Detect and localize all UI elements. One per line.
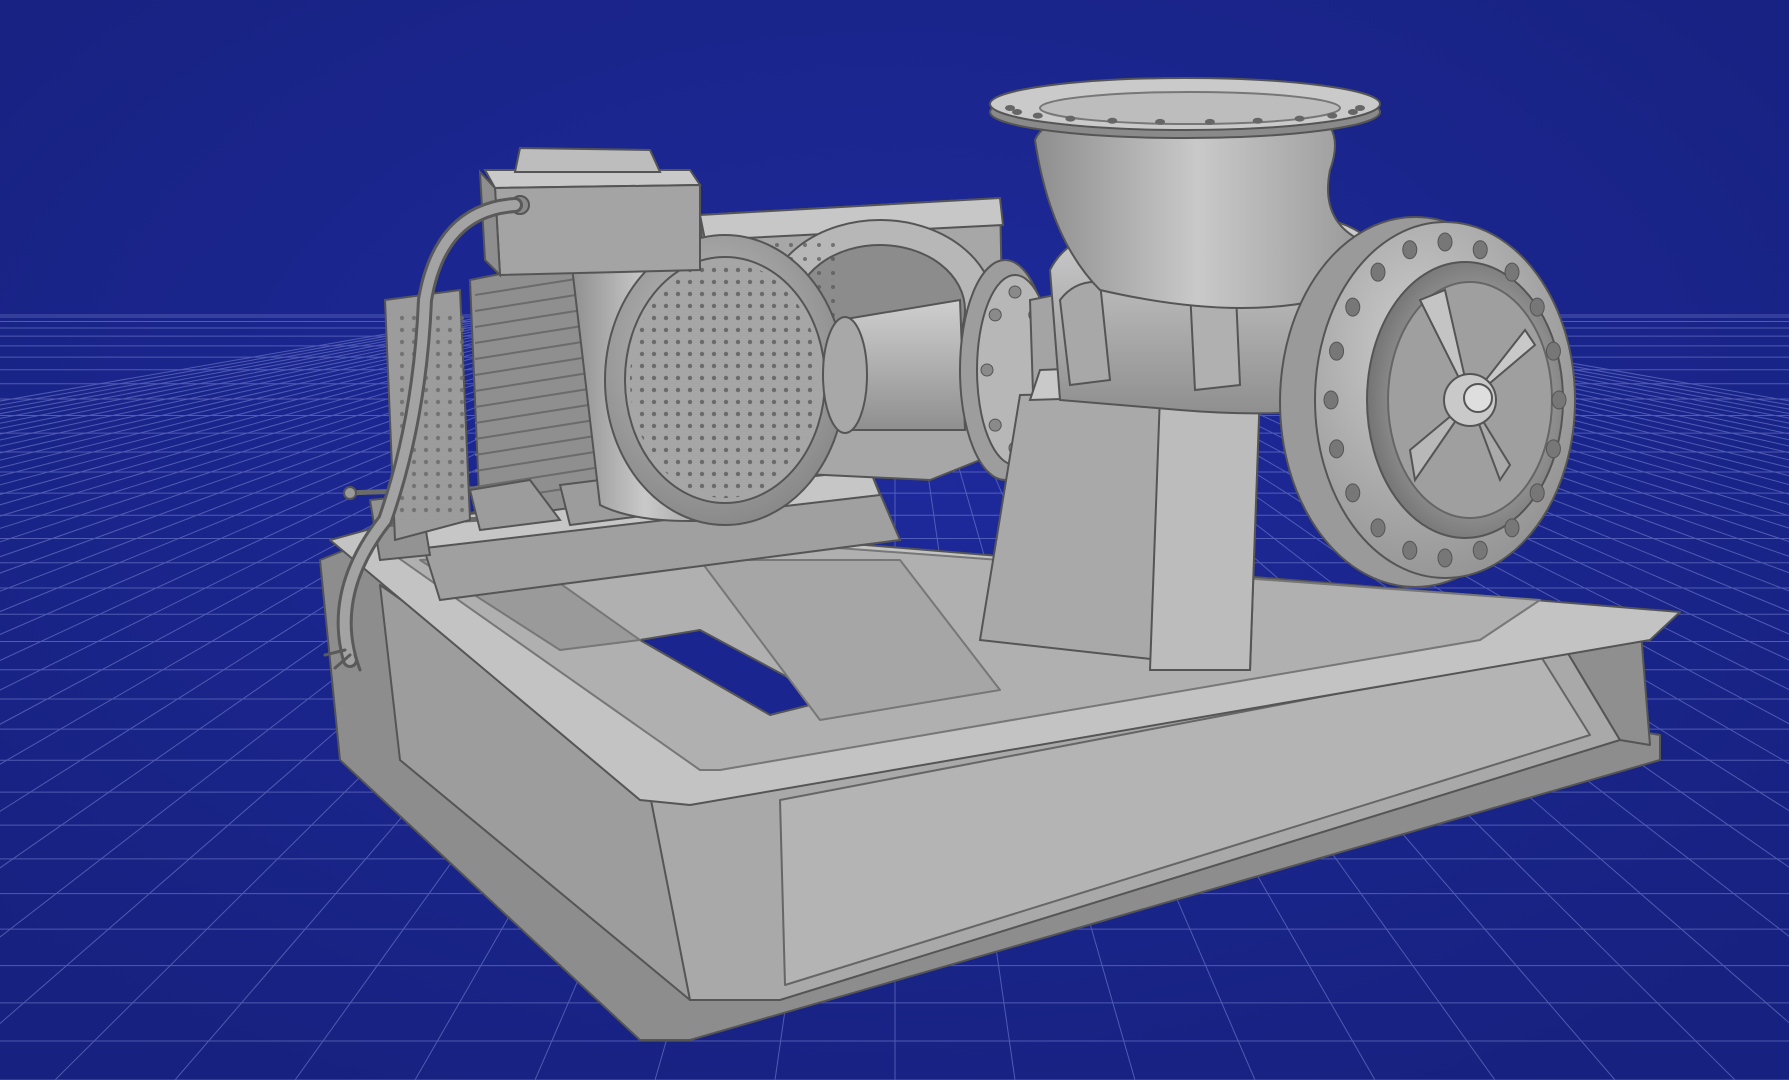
3d-viewport[interactable] — [0, 0, 1789, 1080]
discharge-flange[interactable] — [989, 77, 1381, 139]
suction-flange[interactable] — [1279, 216, 1576, 588]
scene-svg — [0, 0, 1789, 1080]
